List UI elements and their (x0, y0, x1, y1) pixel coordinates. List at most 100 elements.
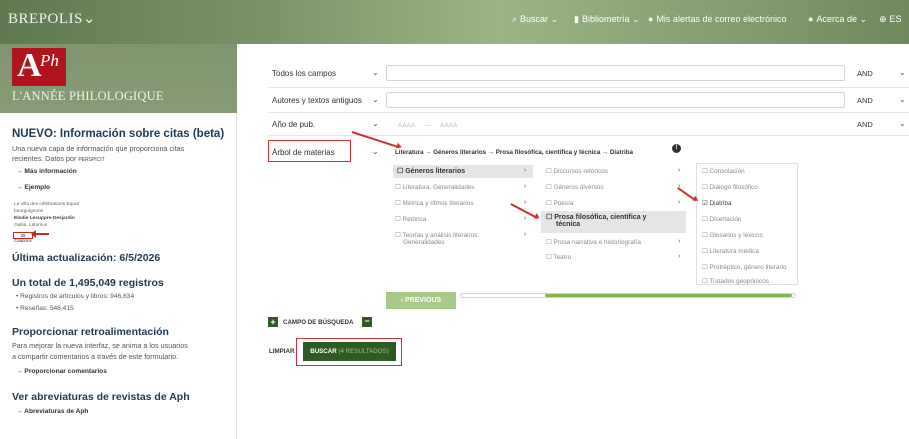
remove-field-button[interactable]: − (362, 317, 372, 327)
search-field-label: CAMPO DE BÚSQUEDA (283, 319, 354, 326)
total-title: Un total de 1,495,049 registros (12, 277, 164, 289)
nav-buscar[interactable]: ⌕ Buscar ⌄ (512, 14, 558, 25)
bullet-reviews: • Reseñas: 548,415 (16, 305, 74, 312)
chevron-right-icon[interactable]: › (678, 238, 680, 245)
operator-3-chevron-icon[interactable]: ⌄ (899, 119, 906, 128)
operator-1-chevron-icon[interactable]: ⌄ (899, 68, 906, 77)
operator-2-chevron-icon[interactable]: ⌄ (899, 95, 906, 104)
field-authors-label: Autores y textos antiguos (272, 96, 362, 105)
feedback-text-2: a compartir comentarios a través de este… (12, 352, 179, 361)
nav-language[interactable]: ⊕ ES (879, 14, 902, 25)
chevron-right-icon[interactable]: › (678, 199, 680, 206)
tree-item-generos[interactable]: ☐ Géneros literarios (393, 165, 533, 178)
nav-acerca-label: Acerca de (816, 14, 857, 24)
tree-item-protreptico[interactable]: ☐ Protréptico, género literario (702, 263, 787, 271)
logo-suffix: Ph (40, 51, 59, 70)
example-mini-2: bourguignons (14, 209, 44, 214)
tree-item-metrica[interactable]: ☐ Métrica y ritmos literarios (395, 199, 474, 207)
search-results-count: (4 RESULTADOS) (338, 348, 389, 355)
tree-item-retorica[interactable]: ☐ Retórica (395, 215, 426, 223)
chart-icon: ▮ (574, 14, 579, 24)
clear-button[interactable]: LIMPIAR (269, 348, 294, 355)
chevron-right-icon[interactable]: › (524, 231, 526, 238)
field-all-input[interactable] (386, 65, 845, 81)
brand-chevron-icon: ⌄ (82, 11, 96, 27)
update-title: Última actualización: 6/5/2026 (12, 252, 161, 264)
year-separator: — (425, 122, 432, 129)
tree-item-prosa-filosofica-label: ☐ Prosa filosófica, científica y (546, 214, 647, 221)
operator-1[interactable]: AND (857, 69, 873, 78)
nav-bibliometria[interactable]: ▮ Bibliometría ⌄ (574, 14, 640, 25)
news-text-1: Una nueva capa de información que propor… (12, 144, 185, 153)
field-year-chevron-icon[interactable]: ⌄ (372, 119, 379, 128)
nav-alertas[interactable]: ● Mis alertas de correo electrónico (648, 14, 787, 24)
field-authors-input[interactable] (386, 92, 845, 108)
tree-item-prosa-filosofica-label-2: técnica (556, 221, 581, 228)
annotation-arrow (351, 131, 400, 148)
bell-icon: ● (648, 14, 654, 24)
field-year-label: Año de pub. (272, 120, 316, 129)
tree-item-generos-label: Géneros literarios (405, 168, 466, 175)
annee-title: L'ANNÉE PHILOLOGIQUE (12, 89, 164, 103)
perspicit-logo: PERSPICIT (78, 157, 105, 163)
chevron-right-icon[interactable]: › (524, 167, 526, 174)
nav-acerca[interactable]: ● Acerca de ⌄ (808, 14, 867, 25)
feedback-link[interactable]: → Proporcionar comentarios (16, 368, 107, 375)
tree-item-glosarios[interactable]: ☐ Glosarios y léxicos (702, 231, 763, 239)
tree-item-prosa-filosofica[interactable]: ☐ Prosa filosófica, científica y técnica (541, 211, 686, 233)
news-text-2: recientes. Datos por (12, 154, 77, 163)
tree-item-geoponicos[interactable]: ☐ Tratados geopónicos (702, 277, 769, 285)
tree-item-consolacion[interactable]: ☐ Consolación (702, 167, 745, 175)
bullet-records: • Registros de artículos y libros: 946,6… (16, 293, 135, 300)
previous-button[interactable]: ‹ PREVIOUS (386, 292, 456, 309)
tree-item-literatura-gen[interactable]: ☐ Literatura. Generalidades (395, 183, 475, 191)
year-from-input[interactable]: AAAA (398, 122, 415, 129)
tree-item-medica[interactable]: ☐ Literatura médica (702, 247, 759, 255)
aph-logo[interactable]: A Ph (12, 47, 66, 86)
example-link[interactable]: → Ejemplo (16, 184, 50, 191)
tree-item-teorias[interactable]: ☐ Teorías y análisis literarios. (395, 231, 479, 239)
subject-tree-chevron-icon[interactable]: ⌄ (372, 147, 379, 156)
progress-bar (460, 293, 796, 298)
chevron-right-icon[interactable]: › (678, 167, 680, 174)
progress-fill (545, 294, 793, 297)
tree-item-discursos[interactable]: ☐ Discursos retóricos (546, 167, 608, 175)
subject-tree-label: Árbol de materias (272, 148, 335, 157)
row-divider (268, 87, 909, 88)
tree-item-dialogo[interactable]: ☐ Diálogo filosófico (702, 183, 758, 191)
tree-item-diatriba[interactable]: ☑ Diatriba (702, 199, 732, 207)
tree-item-prosa-narrativa[interactable]: ☐ Prosa narrativa e historiografía (546, 238, 641, 246)
tree-item-generos-diversos[interactable]: ☐ Géneros diversos (546, 183, 604, 191)
tree-item-disertacion[interactable]: ☐ Disertación (702, 215, 741, 223)
more-info-link[interactable]: → Más información (16, 168, 77, 175)
search-icon: ⌕ (512, 14, 518, 24)
feedback-text-1: Para mejorar la nueva interfaz, se anima… (12, 341, 188, 350)
nav-language-label: ES (889, 14, 902, 24)
chevron-right-icon[interactable]: › (678, 253, 680, 260)
operator-2[interactable]: AND (857, 96, 873, 105)
news-title: NUEVO: Información sobre citas (beta) (12, 128, 225, 140)
chevron-right-icon[interactable]: › (524, 199, 526, 206)
field-all-chevron-icon[interactable]: ⌄ (372, 68, 379, 77)
operator-3[interactable]: AND (857, 120, 873, 129)
subject-breadcrumb: Literatura → Géneros literarios → Prosa … (395, 149, 633, 156)
brepolis-logo[interactable]: BREPOLIS⌄ (8, 9, 96, 28)
add-field-button[interactable]: + (268, 317, 278, 327)
field-authors-chevron-icon[interactable]: ⌄ (372, 95, 379, 104)
annotation-arrow (677, 187, 697, 201)
chevron-right-icon[interactable]: › (524, 215, 526, 222)
example-mini-3: Elodie Lecuppre-Desjardin (14, 216, 75, 221)
year-to-input[interactable]: AAAA (440, 122, 457, 129)
tree-item-teatro[interactable]: ☐ Teatro (546, 253, 571, 261)
info-icon[interactable]: ! (672, 144, 681, 153)
abbrev-link[interactable]: → Abreviaturas de Aph (16, 408, 88, 415)
tree-item-poesia[interactable]: ☐ Poesía (546, 199, 573, 207)
annotation-arrow-left (31, 230, 49, 238)
field-all-label: Todos los campos (272, 69, 337, 78)
nav-alertas-label: Mis alertas de correo electrónico (656, 14, 787, 24)
search-button[interactable]: BUSCAR (4 RESULTADOS) (303, 342, 396, 361)
news-text-2-line: recientes. Datos por PERSPICIT (12, 154, 224, 165)
chevron-right-icon[interactable]: › (524, 183, 526, 190)
abbrev-title: Ver abreviaturas de revistas de Aph (12, 391, 190, 403)
row-divider (268, 112, 909, 113)
